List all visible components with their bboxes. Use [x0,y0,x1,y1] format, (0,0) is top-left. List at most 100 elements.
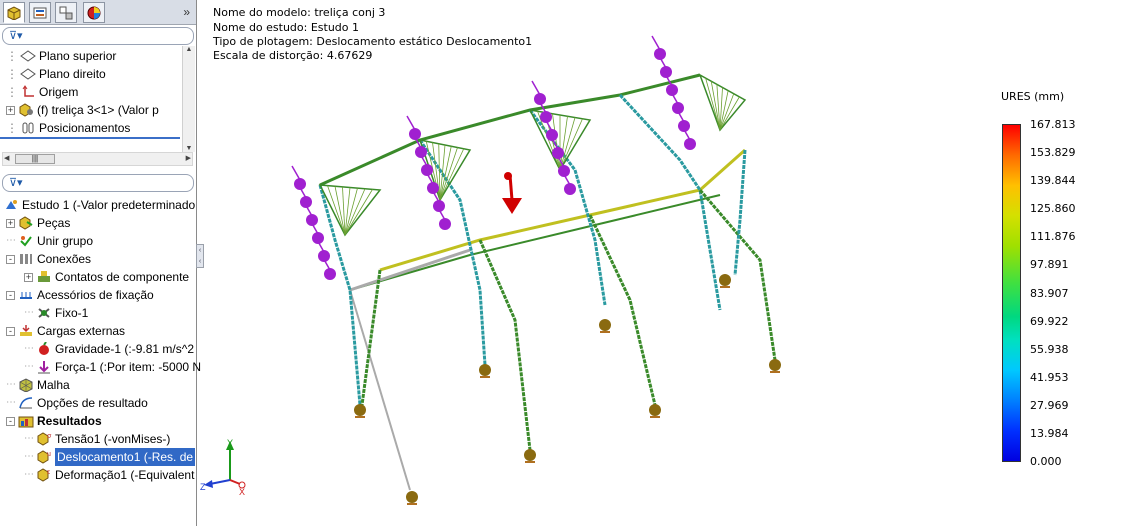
fixture-pin [599,319,611,331]
tree-item-results-folder[interactable]: - Resultados [6,412,102,430]
load-ball [564,183,576,195]
truss-diagonal [719,96,740,131]
collapse-icon[interactable]: - [6,326,15,336]
collapse-icon[interactable]: - [6,254,15,264]
fixture-icon [18,288,34,303]
legend-value: 139.844 [1030,174,1076,188]
collapse-icon[interactable]: - [6,290,15,300]
arch-member [618,93,722,311]
expand-icon[interactable]: + [24,272,33,282]
load-ball [439,218,451,230]
filter-input-top[interactable]: ⊽▾ [2,27,194,45]
tree-label: Deformação1 (-Equivalent [55,468,195,482]
scroll-thumb[interactable]: ||| [15,154,55,164]
tree-label: Força-1 (:Por item: -5000 N [55,360,202,374]
graphics-area[interactable] [198,0,1138,526]
load-ball [324,268,336,280]
fixture-pin [649,404,661,416]
strain-plot-icon: ε [36,467,52,483]
load-arrow [531,80,541,96]
manager-tabbar: » [0,0,196,25]
svg-text:u: u [47,451,51,458]
arch-member [698,189,777,361]
filter-icon: ⊽▾ [9,30,23,42]
tree-item-connections[interactable]: - Conexões [6,250,91,268]
y-axis-label: Y [227,438,233,448]
plane-icon [20,67,36,82]
tree-label: Malha [37,378,70,392]
top-rail [319,73,701,187]
tree-item-gravity[interactable]: ⋯ Gravidade-1 (:-9.81 m/s^2 [24,340,194,358]
info-study-name: Nome do estudo: Estudo 1 [213,21,360,34]
connections-icon [18,252,34,267]
tree-label: Plano direito [39,67,106,81]
tree-item-external-loads[interactable]: - Cargas externas [6,322,125,340]
configuration-manager-icon[interactable] [55,2,77,23]
tree-label: Cargas externas [37,324,126,338]
tree-item-connect-group[interactable]: ⋯ Unir grupo [6,232,93,250]
expand-icon[interactable]: + [6,105,15,115]
tree-label: Resultados [37,414,102,428]
legend-value: 27.969 [1030,398,1069,412]
legend-value: 55.938 [1030,342,1069,356]
tree-item-strain-plot[interactable]: ⋯ ε Deformação1 (-Equivalent [24,466,194,484]
tree-label: Conexões [37,252,92,266]
tree-item-origem[interactable]: ⋮ Origem [6,83,78,101]
tree-item-plano-direito[interactable]: ⋮ Plano direito [6,65,106,83]
contact-icon [36,270,52,285]
info-plot-type: Tipo de plotagem: Deslocamento estático … [213,35,533,48]
fixture-pin [769,359,781,371]
tree-item-displacement-plot[interactable]: ⋯ u Deslocamento1 (-Res. de [24,448,196,466]
tree-item-contact[interactable]: + Contatos de componente [24,268,189,286]
tree-item-fixed[interactable]: ⋯ Fixo-1 [24,304,88,322]
tree-item-stress-plot[interactable]: ⋯ σ Tensão1 (-vonMises-) [24,430,170,448]
stress-plot-icon: σ [36,431,52,447]
mesh-icon [18,377,34,393]
rollback-bar[interactable] [0,137,180,139]
connect-group-icon [18,234,34,249]
display-manager-icon[interactable] [83,2,105,23]
legend-value: 69.922 [1030,314,1069,328]
tree-item-study[interactable]: Estudo 1 (-Valor predeterminado [3,196,195,214]
expand-panel-icon[interactable]: » [183,5,190,19]
tree-label: Posicionamentos [39,121,131,135]
tree-item-trelica[interactable]: + (f) treliça 3<1> (Valor p [6,101,159,119]
expand-icon[interactable]: + [6,218,15,228]
tree-hscrollbar[interactable]: ◀ ||| ▶ [2,152,193,166]
tree-item-result-options[interactable]: ⋯ Opções de resultado [6,394,148,412]
fixture-pin [354,404,366,416]
load-ball [684,138,696,150]
force-icon [36,360,52,375]
tree-label: (f) treliça 3<1> (Valor p [37,103,159,117]
tree-label: Opções de resultado [37,396,148,410]
tree-label: Contatos de componente [55,270,190,284]
load-arrow [406,115,416,131]
load-arrow [291,165,301,181]
tree-scrollbar-top[interactable]: ▲ ▼ [182,46,195,152]
info-model-name: Nome do modelo: treliça conj 3 [213,6,386,19]
tree-item-plano-superior[interactable]: ⋮ Plano superior [6,47,116,65]
axis-triad: Y Z X [200,438,246,496]
arch-member [528,109,607,306]
tree-item-fixture[interactable]: - Acessórios de fixação [6,286,154,304]
feature-manager-icon[interactable] [3,2,25,23]
tree-item-mesh[interactable]: ⋯ Malha [6,376,70,394]
tree-item-force[interactable]: ⋯ Força-1 (:Por item: -5000 N [24,358,201,376]
tree-label: Tensão1 (-vonMises-) [55,432,171,446]
fixture-pin [406,491,418,503]
gravity-icon [36,340,52,357]
fixture-pin [479,364,491,376]
arch-member [733,149,747,276]
property-manager-icon[interactable] [29,2,51,23]
legend-value: 83.907 [1030,286,1069,300]
tree-label: Deslocamento1 (-Res. de [55,448,196,466]
svg-text:ε: ε [47,469,50,476]
filter-input-bottom[interactable]: ⊽▾ [2,174,194,192]
parts-icon [18,215,34,231]
tree-item-posicionamentos[interactable]: ⋮ Posicionamentos [6,119,130,137]
plane-icon [20,49,36,64]
tree-label: Estudo 1 (-Valor predeterminado [22,198,196,212]
collapse-icon[interactable]: - [6,416,15,426]
truss-model-view [291,35,781,505]
tree-item-parts[interactable]: + Peças [6,214,70,232]
